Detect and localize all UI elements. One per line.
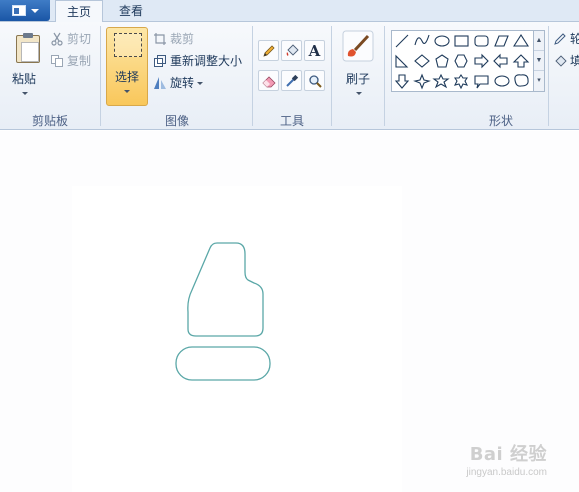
divider [100, 26, 101, 126]
shapes-group-label: 形状 [488, 114, 513, 128]
scroll-down-icon[interactable]: ▼ [534, 51, 544, 71]
shapes-gallery [391, 30, 534, 92]
fill-tool[interactable] [281, 40, 302, 61]
select-label: 选择 [114, 70, 139, 84]
chevron-down-icon [30, 8, 39, 13]
ribbon: 粘贴 剪切 复制 剪贴板 选择 裁剪 重新调整大小 旋转 图像 A 工具 刷子 … [0, 22, 579, 130]
drawn-shapes [175, 242, 271, 381]
outline-pencil-icon [554, 33, 566, 45]
app-menu-button[interactable] [0, 0, 50, 21]
outline-button[interactable]: 轮 [553, 30, 579, 48]
tab-home[interactable]: 主页 [55, 0, 103, 23]
document-icon [11, 5, 26, 16]
tab-view[interactable]: 查看 [107, 0, 155, 22]
text-icon: A [308, 41, 321, 60]
resize-button[interactable]: 重新调整大小 [153, 52, 242, 70]
resize-icon [154, 55, 166, 67]
divider [384, 26, 385, 126]
text-tool[interactable]: A [304, 40, 325, 61]
fill-button[interactable]: 填 [553, 52, 579, 70]
magnifier-icon [308, 74, 322, 88]
divider [331, 26, 332, 126]
fill-label: 填 [570, 54, 579, 68]
tab-strip: 主页 查看 [0, 0, 579, 23]
copy-label: 复制 [67, 54, 92, 68]
chevron-down-icon [356, 92, 362, 95]
crop-button[interactable]: 裁剪 [153, 30, 194, 48]
cut-button[interactable]: 剪切 [50, 30, 91, 48]
rotate-label: 旋转 [170, 76, 195, 90]
watermark: Bai 经验 jingyan.baidu.com [466, 440, 547, 478]
select-button[interactable]: 选择 [106, 27, 148, 106]
paste-label: 粘贴 [11, 72, 36, 86]
watermark-url: jingyan.baidu.com [466, 467, 547, 478]
crop-icon [154, 33, 166, 45]
paint-bucket-icon [286, 43, 299, 56]
scroll-up-icon[interactable]: ▲ [534, 31, 544, 51]
eyedropper-icon [285, 74, 298, 87]
pencil-icon [262, 44, 275, 57]
pencil-tool[interactable] [258, 40, 279, 61]
gallery-expand-icon[interactable]: ▾ [534, 71, 544, 91]
color-picker-tool[interactable] [281, 70, 302, 91]
divider [252, 26, 253, 126]
image-group-label: 图像 [164, 114, 189, 128]
crop-label: 裁剪 [170, 32, 195, 46]
seat-back-outline [187, 242, 264, 337]
brushes-button[interactable]: 刷子 [336, 26, 380, 106]
chevron-down-icon [197, 81, 204, 85]
divider [548, 26, 549, 126]
fill-bucket-icon [555, 55, 567, 67]
copy-icon [51, 55, 63, 67]
eraser-tool[interactable] [258, 70, 279, 91]
outline-label: 轮 [570, 32, 579, 46]
chevron-down-icon [124, 90, 130, 93]
copy-button[interactable]: 复制 [50, 52, 91, 70]
scissors-icon [51, 32, 63, 46]
cut-label: 剪切 [67, 32, 92, 46]
tools-group-label: 工具 [279, 114, 304, 128]
shapes-scrollbar[interactable]: ▲ ▼ ▾ [534, 30, 545, 92]
select-rectangle-icon [114, 33, 142, 57]
paste-button[interactable]: 粘贴 [4, 26, 44, 106]
watermark-logo: Bai 经验 [469, 444, 547, 465]
magnifier-tool[interactable] [304, 70, 325, 91]
rotate-button[interactable]: 旋转 [153, 74, 204, 92]
paste-icon [16, 33, 40, 63]
chevron-down-icon [22, 92, 28, 95]
eraser-icon [261, 75, 276, 87]
resize-label: 重新调整大小 [170, 54, 243, 68]
seat-base-outline [175, 346, 271, 381]
clipboard-group-label: 剪贴板 [31, 114, 68, 128]
canvas-area: Bai 经验 jingyan.baidu.com [0, 131, 579, 492]
paint-canvas[interactable] [72, 186, 402, 492]
shapes-gallery-icons [394, 33, 530, 90]
rotate-icon [154, 77, 166, 89]
brushes-label: 刷子 [345, 72, 370, 86]
brush-icon [342, 30, 374, 62]
